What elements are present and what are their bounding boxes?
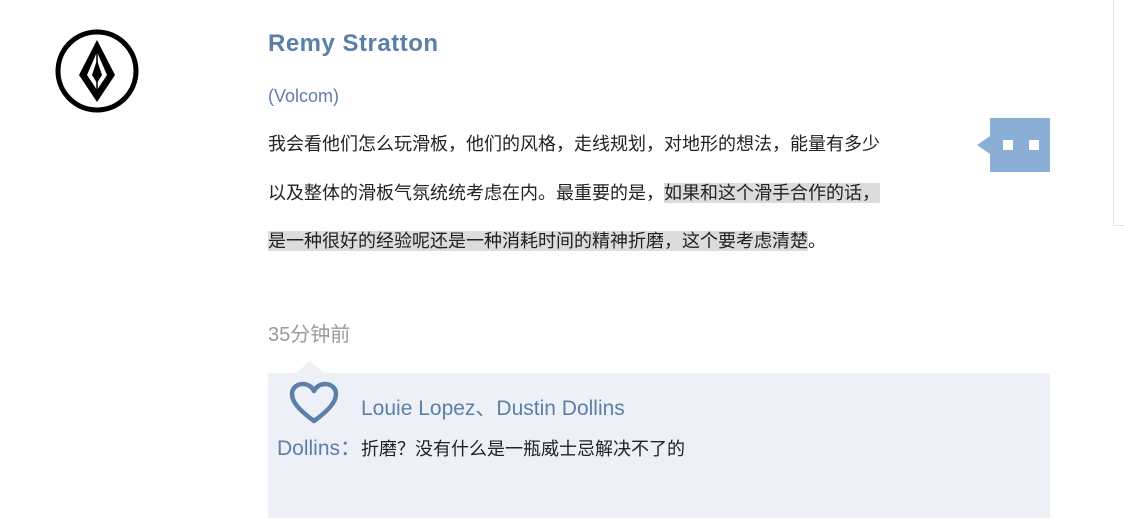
- right-panel-divider: [1113, 0, 1114, 226]
- highlighted-text[interactable]: 是一种很好的经验呢还是一种消耗时间的精神折磨，这个要考虑清楚: [268, 231, 808, 251]
- reply-arrow: [296, 361, 324, 373]
- volcom-logo-icon: [55, 29, 139, 113]
- quote-text: 。: [808, 231, 826, 251]
- quote-line-2: 以及整体的滑板气氛统统考虑在内。最重要的是，如果和这个滑手合作的话，: [268, 178, 880, 208]
- author-name[interactable]: Remy Stratton: [268, 30, 439, 58]
- right-panel-divider-foot: [1113, 225, 1124, 226]
- author-company: (Volcom): [268, 86, 340, 106]
- reply-comment: Dollins：折磨？没有什么是一瓶威士忌解决不了的: [277, 434, 685, 464]
- timestamp: 35分钟前: [268, 324, 351, 346]
- highlighted-text[interactable]: 如果和这个滑手合作的话，: [664, 183, 880, 203]
- reply-text: 折磨？没有什么是一瓶威士忌解决不了的: [361, 439, 686, 459]
- heart-icon: [289, 381, 339, 424]
- comment-bubble-icon: [977, 118, 1050, 172]
- quote-line-1: 我会看他们怎么玩滑板，他们的风格，走线规划，对地形的想法，能量有多少: [268, 134, 880, 154]
- likes-list[interactable]: Louie Lopez、Dustin Dollins: [361, 392, 625, 422]
- reply-author[interactable]: Dollins：: [277, 437, 361, 460]
- quote-line-3: 是一种很好的经验呢还是一种消耗时间的精神折磨，这个要考虑清楚。: [268, 226, 826, 256]
- avatar[interactable]: [54, 28, 140, 114]
- comment-tab[interactable]: [977, 118, 1050, 172]
- quote-text: 以及整体的滑板气氛统统考虑在内。最重要的是，: [268, 183, 664, 203]
- like-button[interactable]: [287, 380, 341, 426]
